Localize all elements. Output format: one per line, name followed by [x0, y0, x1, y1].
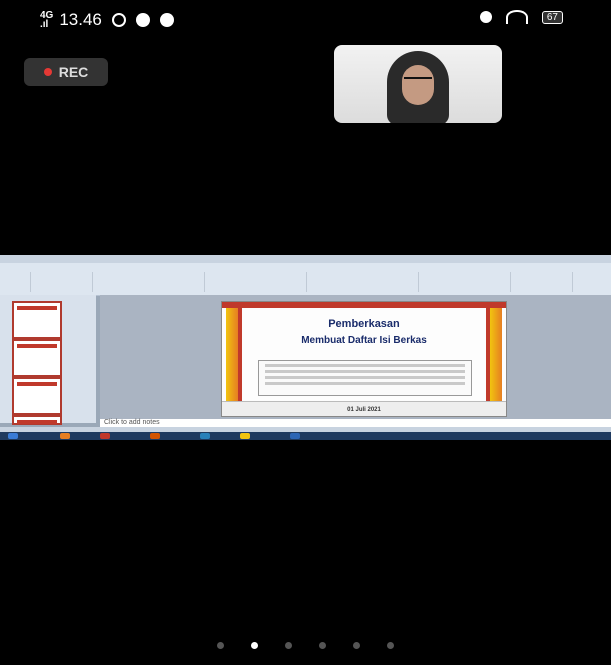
app-notification-icon — [159, 13, 174, 27]
wifi-icon — [505, 10, 528, 24]
slide-editor: Pemberkasan Membuat Daftar Isi Berkas 01… — [100, 295, 611, 419]
ribbon-group-slides — [32, 272, 93, 292]
taskbar-app-icon — [200, 433, 210, 439]
shared-screen: Pemberkasan Membuat Daftar Isi Berkas 01… — [0, 255, 611, 440]
signal-bars: .ıl — [40, 19, 49, 30]
notes-pane[interactable]: Click to add notes — [100, 419, 611, 427]
slide-title: Pemberkasan — [328, 318, 400, 330]
taskbar-app-icon — [100, 433, 110, 439]
ribbon-group-font — [94, 272, 205, 292]
network-indicator: 4G .ıl — [40, 11, 53, 30]
status-bar: 4G .ıl 13.46 67 — [0, 0, 611, 36]
word-taskbar-icon — [290, 433, 300, 439]
page-dot[interactable] — [319, 641, 326, 649]
telegram-icon — [135, 13, 150, 27]
rec-label: REC — [58, 64, 89, 80]
slide-date: 01 Juli 2021 — [347, 407, 381, 413]
person-glasses — [404, 77, 432, 84]
windows-taskbar — [0, 432, 611, 440]
ribbon-group-styles — [420, 272, 511, 292]
powerpoint-title-bar — [0, 255, 611, 263]
ribbon-group-clipboard — [2, 272, 31, 292]
page-dot[interactable] — [387, 641, 394, 649]
rec-indicator[interactable]: REC — [24, 58, 108, 86]
taskbar-app-icon — [60, 433, 70, 439]
page-dot[interactable] — [353, 641, 360, 649]
taskbar-app-icon — [240, 433, 250, 439]
page-dot[interactable] — [217, 641, 224, 649]
record-dot-icon — [43, 68, 52, 76]
slide-top-bar — [222, 302, 506, 308]
clock: 13.46 — [59, 10, 102, 29]
start-icon — [8, 433, 18, 439]
page-dot-active[interactable] — [251, 641, 258, 649]
ribbon-group-editing — [512, 272, 573, 292]
person-face — [402, 65, 434, 105]
status-left: 4G .ıl 13.46 — [40, 10, 174, 30]
slide-thumbnail[interactable] — [12, 301, 62, 339]
slide-subtitle: Membuat Daftar Isi Berkas — [301, 335, 427, 346]
powerpoint-ribbon — [0, 263, 611, 296]
powerpoint-taskbar-icon — [150, 433, 160, 439]
alarm-icon — [479, 11, 492, 23]
current-slide[interactable]: Pemberkasan Membuat Daftar Isi Berkas 01… — [221, 301, 507, 417]
status-right: 67 — [479, 10, 563, 24]
page-indicator — [0, 640, 611, 650]
slide-thumbnail[interactable] — [12, 377, 62, 415]
ribbon-group-paragraph — [206, 272, 307, 292]
ribbon-group-drawing — [308, 272, 419, 292]
whatsapp-icon — [111, 13, 126, 27]
battery-indicator: 67 — [541, 10, 563, 24]
slide-thumbnail[interactable] — [12, 415, 62, 425]
camera-preview[interactable] — [334, 45, 502, 123]
page-dot[interactable] — [285, 641, 292, 649]
slide-table — [258, 360, 472, 396]
slides-pane — [0, 295, 96, 425]
slide-thumbnail[interactable] — [12, 339, 62, 377]
